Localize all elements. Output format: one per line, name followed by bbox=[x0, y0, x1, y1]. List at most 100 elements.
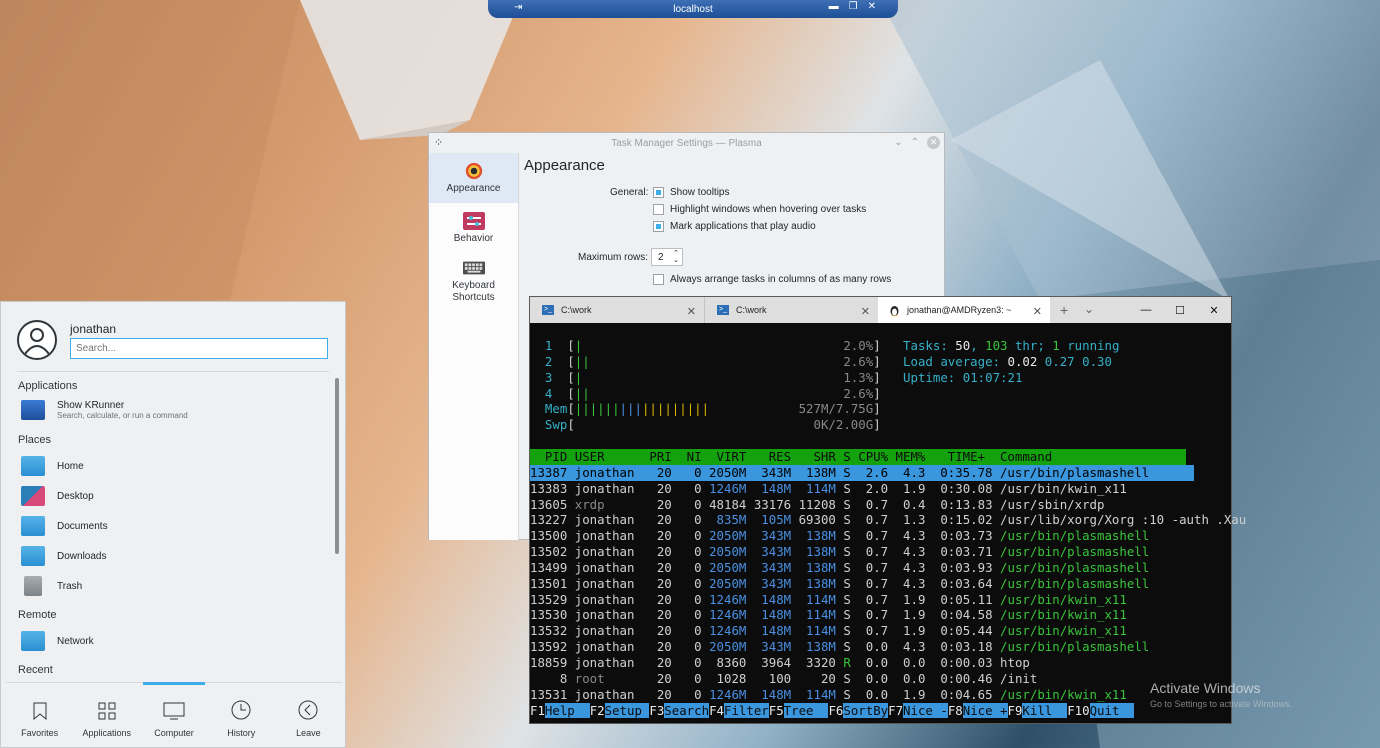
close-tab-icon[interactable]: ✕ bbox=[687, 305, 696, 318]
item-label: Downloads bbox=[57, 550, 107, 562]
max-rows-label: Maximum rows: bbox=[578, 252, 649, 263]
terminal-tab-2[interactable]: >_ C:\work ✕ bbox=[704, 297, 878, 323]
documents-folder-icon bbox=[21, 516, 45, 536]
chevron-down-icon[interactable]: ⌄ bbox=[894, 137, 902, 148]
table-row: 13387 jonathan 20 0 2050M 343M 138M S 2.… bbox=[530, 464, 1194, 481]
tab-favorites[interactable]: Favorites bbox=[6, 683, 73, 744]
scrollbar[interactable] bbox=[335, 378, 339, 554]
cpu-meter: 3 [| 1.3%] Uptime: 01:07:21 bbox=[544, 369, 1023, 385]
user-avatar[interactable] bbox=[17, 320, 57, 360]
minimize-icon[interactable]: ▬ bbox=[829, 1, 839, 12]
table-row: 13499 jonathan 20 0 2050M 343M 138M S 0.… bbox=[530, 559, 1150, 575]
close-button[interactable]: ✕ bbox=[927, 136, 940, 149]
tab-computer[interactable]: Computer bbox=[140, 682, 207, 744]
krunner-title: Show KRunner bbox=[57, 400, 125, 411]
sidebar-item-behavior[interactable]: Behavior bbox=[429, 203, 518, 253]
general-label: General: bbox=[610, 187, 649, 198]
downloads-folder-icon bbox=[21, 546, 45, 566]
list-item-trash[interactable]: Trash bbox=[21, 576, 82, 596]
terminal-tab-3[interactable]: jonathan@AMDRyzen3: ~ ✕ bbox=[878, 297, 1050, 323]
computer-icon bbox=[163, 702, 185, 720]
checkbox-icon bbox=[653, 221, 664, 232]
checkbox-icon bbox=[653, 187, 664, 198]
sidebar-label: Behavior bbox=[453, 232, 494, 244]
settings-content: Appearance bbox=[524, 157, 605, 174]
table-row: 13502 jonathan 20 0 2050M 343M 138M S 0.… bbox=[530, 544, 1150, 560]
tab-title: C:\work bbox=[736, 305, 767, 315]
keyboard-icon bbox=[462, 261, 485, 274]
sidebar-item-appearance[interactable]: Appearance bbox=[429, 153, 518, 203]
chevron-up-icon[interactable]: ⌃ bbox=[911, 137, 919, 148]
dropdown-icon[interactable]: ⌄ bbox=[1084, 302, 1094, 316]
process-table-header: PID USER PRI NI VIRT RES SHR S CPU% MEM%… bbox=[530, 448, 1187, 465]
activate-windows-title: Activate Windows bbox=[1150, 680, 1261, 696]
plasma-app-icon: ⁘ bbox=[434, 137, 444, 149]
sidebar-label: Appearance bbox=[446, 182, 501, 194]
list-item-home[interactable]: Home bbox=[21, 456, 84, 476]
close-tab-icon[interactable]: ✕ bbox=[861, 305, 870, 318]
pin-icon[interactable]: ⇥ bbox=[514, 2, 522, 13]
section-remote: Remote bbox=[18, 609, 57, 621]
cpu-meter: 2 [|| 2.6%] Load average: 0.02 0.27 0.30 bbox=[544, 353, 1112, 369]
max-rows-spinbox[interactable]: 2 ⌃ ⌄ bbox=[651, 248, 683, 266]
krunner-desc: Search, calculate, or run a command bbox=[57, 411, 188, 420]
krunner-icon bbox=[21, 400, 45, 420]
close-tab-icon[interactable]: ✕ bbox=[1033, 305, 1042, 318]
table-row: 13530 jonathan 20 0 1246M 148M 114M S 0.… bbox=[530, 607, 1127, 623]
section-applications: Applications bbox=[18, 380, 78, 392]
application-launcher: jonathan Applications Show KRunner Searc… bbox=[0, 301, 346, 748]
bookmark-icon bbox=[33, 702, 47, 720]
terminal-tab-1[interactable]: >_ C:\work ✕ bbox=[530, 297, 704, 323]
table-row: 8 root 20 0 1028 100 20 S 0.0 0.0 0:00.4… bbox=[530, 670, 1038, 686]
tab-history[interactable]: History bbox=[208, 683, 275, 744]
mark-audio-checkbox[interactable]: Mark applications that play audio bbox=[653, 221, 816, 232]
settings-titlebar[interactable]: ⁘ Task Manager Settings — Plasma ⌄ ⌃ ✕ bbox=[429, 133, 944, 153]
list-item-documents[interactable]: Documents bbox=[21, 516, 108, 536]
behavior-icon bbox=[462, 211, 485, 230]
table-row: 13605 xrdp 20 0 48184 33176 11208 S 0.7 … bbox=[530, 496, 1105, 512]
home-folder-icon bbox=[21, 456, 45, 476]
search-input[interactable] bbox=[70, 338, 328, 359]
activate-windows-subtitle: Go to Settings to activate Windows. bbox=[1150, 699, 1293, 709]
tab-leave[interactable]: Leave bbox=[275, 683, 342, 744]
table-row: 13227 jonathan 20 0 835M 105M 69300 S 0.… bbox=[530, 512, 1247, 528]
list-item-network[interactable]: Network bbox=[21, 631, 94, 651]
show-tooltips-checkbox[interactable]: Show tooltips bbox=[653, 187, 729, 198]
item-label: Home bbox=[57, 460, 84, 472]
checkbox-icon bbox=[653, 274, 664, 285]
powershell-icon: >_ bbox=[542, 305, 554, 315]
checkbox-label: Mark applications that play audio bbox=[670, 221, 816, 232]
list-item-krunner[interactable]: Show KRunner Search, calculate, or run a… bbox=[21, 400, 188, 420]
trash-icon bbox=[24, 576, 42, 596]
username: jonathan bbox=[70, 322, 117, 336]
spin-arrows-icon[interactable]: ⌃ ⌄ bbox=[673, 250, 679, 264]
table-row: 13531 jonathan 20 0 1246M 148M 114M S 0.… bbox=[530, 686, 1127, 702]
function-key-bar: F1Help F2Setup F3SearchF4FilterF5Tree F6… bbox=[530, 702, 1135, 718]
new-tab-icon[interactable]: + bbox=[1060, 302, 1068, 318]
arrange-columns-checkbox[interactable]: Always arrange tasks in columns of as ma… bbox=[653, 274, 891, 285]
item-label: Network bbox=[57, 635, 94, 647]
minimize-icon[interactable]: — bbox=[1129, 297, 1163, 323]
settings-sidebar: Appearance Behavior Keyboard Shortcuts bbox=[429, 153, 519, 540]
close-icon[interactable]: ✕ bbox=[868, 1, 876, 12]
checkbox-label: Highlight windows when hovering over tas… bbox=[670, 204, 867, 215]
table-row: 13529 jonathan 20 0 1246M 148M 114M S 0.… bbox=[530, 591, 1127, 607]
network-folder-icon bbox=[21, 631, 45, 651]
tab-title: jonathan@AMDRyzen3: ~ bbox=[907, 305, 1012, 315]
sidebar-item-keyboard-shortcuts[interactable]: Keyboard Shortcuts bbox=[429, 253, 518, 309]
tab-applications[interactable]: Applications bbox=[73, 683, 140, 744]
list-item-desktop[interactable]: Desktop bbox=[21, 486, 94, 506]
tab-label: Applications bbox=[82, 728, 132, 738]
highlight-windows-checkbox[interactable]: Highlight windows when hovering over tas… bbox=[653, 204, 866, 215]
htop-screen[interactable]: 1 [| 2.0%] Tasks: 50, 103 thr; 1 running… bbox=[530, 324, 1246, 723]
maximize-icon[interactable]: ☐ bbox=[1163, 297, 1197, 323]
appearance-icon bbox=[465, 162, 482, 179]
list-item-downloads[interactable]: Downloads bbox=[21, 546, 106, 566]
settings-title: Task Manager Settings — Plasma bbox=[611, 137, 762, 149]
table-row: 13500 jonathan 20 0 2050M 343M 138M S 0.… bbox=[530, 528, 1150, 544]
checkbox-label: Always arrange tasks in columns of as ma… bbox=[670, 274, 892, 285]
restore-icon[interactable]: ❐ bbox=[849, 1, 858, 12]
close-icon[interactable]: ✕ bbox=[1197, 297, 1231, 323]
powershell-icon: >_ bbox=[717, 305, 729, 315]
user-icon bbox=[24, 328, 50, 355]
